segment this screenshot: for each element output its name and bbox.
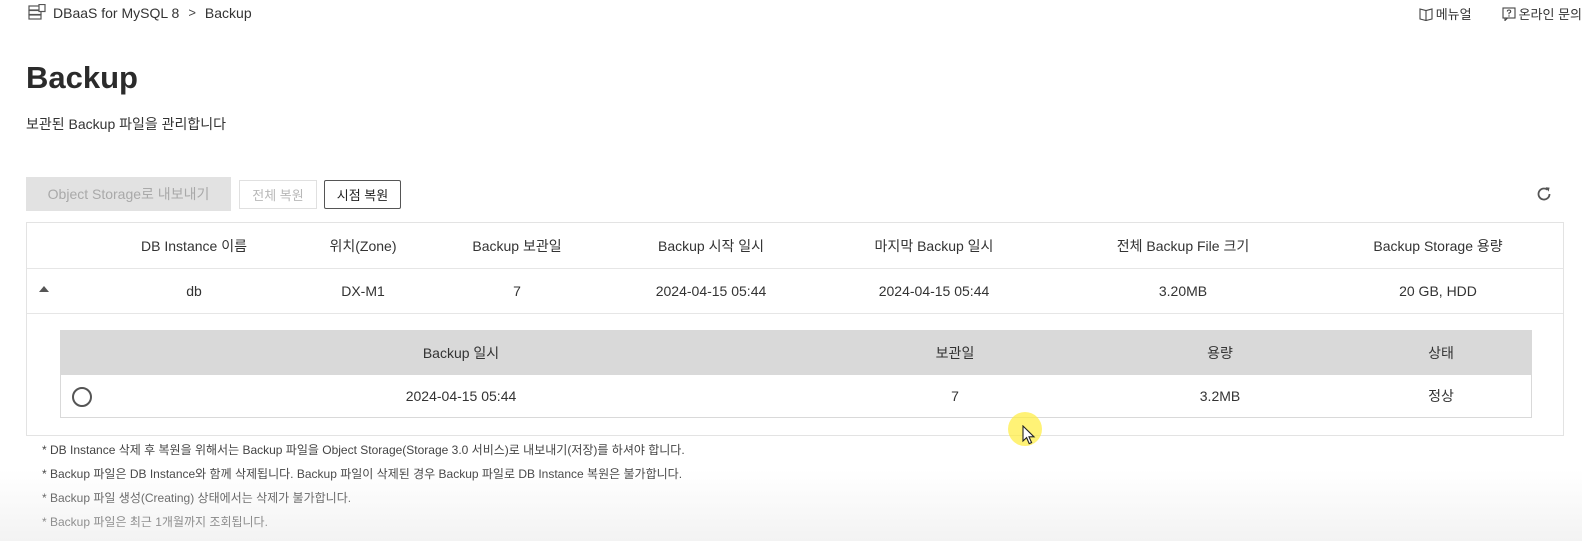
table-cell: 2024-04-15 05:44 [878, 283, 990, 299]
point-in-time-restore-button[interactable]: 시점 복원 [324, 180, 401, 209]
table-cell: 7 [951, 388, 959, 404]
table-cell: 2024-04-15 05:44 [405, 388, 517, 404]
inquiry-link-label: 온라인 문의 [1518, 7, 1582, 22]
table-cell: 3.2MB [1199, 388, 1241, 404]
backup-file-row[interactable]: 2024-04-15 05:44 7 3.2MB 정상 [61, 375, 1531, 417]
column-header: 용량 [1207, 345, 1233, 361]
note-item: * Backup 파일 생성(Creating) 상태에서는 삭제가 불가합니다… [42, 491, 352, 505]
column-header: Backup 보관일 [472, 237, 562, 254]
table-cell: 20 GB, HDD [1399, 283, 1477, 299]
breadcrumb-separator: > [188, 5, 196, 20]
export-object-storage-button[interactable]: Object Storage로 내보내기 [26, 177, 231, 211]
column-header: Backup 시작 일시 [658, 237, 764, 254]
manual-link-label: 메뉴얼 [1435, 7, 1472, 22]
column-header: 전체 Backup File 크기 [1116, 237, 1250, 254]
breadcrumb-current: Backup [204, 4, 252, 21]
page-title: Backup [26, 60, 138, 95]
book-icon [1419, 7, 1433, 21]
note-item: * Backup 파일은 DB Instance와 함께 삭제됩니다. Back… [42, 467, 683, 481]
table-header: DB Instance 이름 위치(Zone) Backup 보관일 Backu… [27, 223, 1563, 269]
backup-select-radio[interactable] [72, 387, 92, 407]
collapse-caret-icon[interactable] [39, 286, 49, 292]
restore-all-button[interactable]: 전체 복원 [239, 180, 317, 209]
column-header: 상태 [1428, 345, 1454, 361]
table-cell: DX-M1 [341, 283, 385, 299]
note-item: * Backup 파일은 최근 1개월까지 조회됩니다. [42, 515, 268, 529]
top-links: 메뉴얼 온라인 문의 [1419, 4, 1582, 23]
column-header: Backup 일시 [422, 345, 500, 361]
backup-file-table-header: Backup 일시 보관일 용량 상태 [61, 331, 1531, 375]
column-header: 위치(Zone) [329, 237, 397, 254]
table-cell: 2024-04-15 05:44 [655, 283, 767, 299]
backup-file-table: Backup 일시 보관일 용량 상태 2024-04-15 05:44 7 3… [60, 330, 1532, 418]
mouse-cursor-icon [1022, 425, 1036, 445]
column-header: Backup Storage 용량 [1373, 237, 1503, 254]
table-cell: 7 [513, 283, 521, 299]
page: DBaaS for MySQL 8 > Backup 메뉴얼 온라인 문의 Ba… [0, 0, 1582, 541]
column-header: 보관일 [935, 345, 975, 361]
inquiry-link[interactable]: 온라인 문의 [1502, 4, 1582, 23]
page-subtitle: 보관된 Backup 파일을 관리합니다 [26, 116, 227, 132]
question-box-icon [1502, 6, 1516, 21]
manual-link[interactable]: 메뉴얼 [1419, 4, 1472, 23]
status-cell: 정상 [1428, 388, 1454, 404]
refresh-icon[interactable] [1535, 185, 1553, 203]
backup-table: DB Instance 이름 위치(Zone) Backup 보관일 Backu… [26, 222, 1564, 436]
database-icon [28, 4, 46, 20]
breadcrumb: DBaaS for MySQL 8 > Backup [28, 4, 252, 21]
column-header: DB Instance 이름 [141, 237, 247, 254]
note-item: * DB Instance 삭제 후 복원을 위해서는 Backup 파일을 O… [42, 443, 685, 457]
table-row[interactable]: db DX-M1 7 2024-04-15 05:44 2024-04-15 0… [27, 269, 1563, 314]
table-cell: 3.20MB [1158, 283, 1208, 299]
notes-list: * DB Instance 삭제 후 복원을 위해서는 Backup 파일을 O… [42, 440, 685, 536]
column-header: 마지막 Backup 일시 [874, 237, 994, 254]
breadcrumb-service-link[interactable]: DBaaS for MySQL 8 [53, 5, 179, 21]
top-bar: DBaaS for MySQL 8 > Backup 메뉴얼 온라인 문의 [0, 0, 1582, 26]
table-cell: db [186, 283, 202, 299]
